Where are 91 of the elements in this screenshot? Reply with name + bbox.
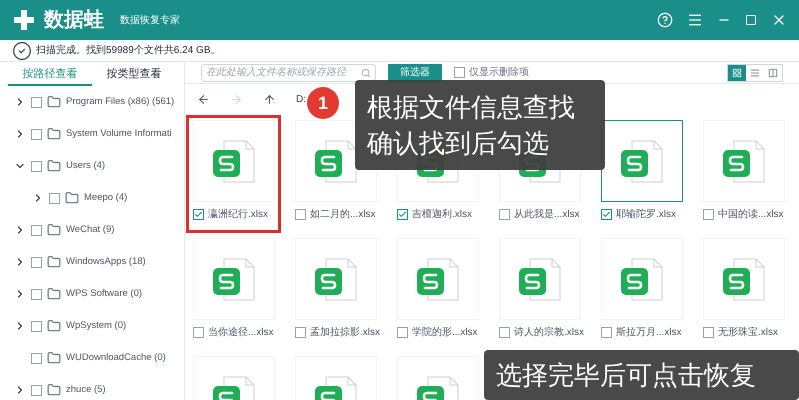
view-tab[interactable]: 按类型查看 (92, 64, 176, 86)
tree-item[interactable]: Meepo (4) (84, 190, 128, 206)
app-subtitle: 数据恢复专家 (120, 14, 180, 28)
file-name[interactable]: 当你途径...xlsx (208, 324, 274, 340)
checkbox[interactable] (31, 96, 42, 108)
grid-view-button[interactable] (728, 64, 746, 80)
file-name[interactable]: 无形珠宝.xlsx (718, 324, 778, 340)
file-name[interactable]: 斯拉万月...xlsx (616, 324, 682, 340)
folder-icon (47, 255, 61, 269)
checkbox[interactable] (193, 208, 204, 220)
spreadsheet-file-icon (722, 256, 766, 302)
tree-item[interactable]: Users (4) (66, 158, 106, 174)
folder-icon (47, 95, 61, 109)
checkbox[interactable] (703, 326, 714, 338)
file-name[interactable]: 中国的读...xlsx (718, 206, 784, 222)
folder-icon (47, 159, 61, 173)
maximize-icon[interactable] (745, 14, 757, 26)
view-tab[interactable]: 按路径查看 (8, 64, 92, 86)
check-circle-icon (12, 40, 32, 60)
checkbox[interactable] (31, 160, 42, 172)
checkbox[interactable] (31, 320, 42, 332)
forward-icon[interactable] (230, 92, 243, 106)
tree-item[interactable]: WPS Software (0) (66, 286, 142, 302)
filter-button[interactable]: 筛选器 (388, 64, 442, 82)
checkbox[interactable] (31, 128, 42, 140)
step-badge: 1 (307, 87, 339, 119)
checkbox[interactable] (49, 192, 60, 204)
scan-status: 扫描完成。找到59989个文件共6.24 GB。 (36, 44, 220, 58)
folder-icon (47, 223, 61, 237)
tree-item[interactable]: WpSystem (0) (66, 318, 126, 334)
spreadsheet-file-icon (416, 256, 460, 302)
folder-icon (65, 191, 79, 205)
spreadsheet-file-icon (212, 256, 256, 302)
columns-view-icon (768, 68, 778, 78)
checkbox-label[interactable]: 仅显示删除项 (469, 65, 529, 80)
hint-text: 根据文件信息查找 (367, 91, 576, 124)
hint-text: 确认找到后勾选 (367, 127, 550, 160)
checkbox[interactable] (397, 208, 408, 220)
checkbox[interactable] (703, 208, 714, 220)
folder-icon (47, 127, 61, 141)
tree-item[interactable]: System Volume Informati (66, 126, 172, 142)
file-name[interactable]: 学院的形...xlsx (412, 324, 478, 340)
back-icon[interactable] (197, 92, 210, 106)
checkbox[interactable] (601, 326, 612, 338)
checkbox[interactable] (499, 326, 510, 338)
file-name[interactable]: 从此我是...xlsx (514, 206, 580, 222)
cross-logo-icon (12, 8, 36, 32)
spreadsheet-file-icon (314, 256, 358, 302)
folder-icon (47, 319, 61, 333)
checkbox[interactable] (193, 326, 204, 338)
file-name[interactable]: 耶输陀罗.xlsx (616, 206, 676, 222)
app-logo: 数据蛙 (44, 8, 104, 33)
file-name[interactable]: 孟加拉掠影.xlsx (310, 324, 380, 340)
tree-item[interactable]: WeChat (9) (66, 222, 114, 238)
spreadsheet-file-icon (620, 138, 664, 184)
spreadsheet-file-icon (722, 138, 766, 184)
search-field[interactable]: 在此处输入文件名称或保存路径 (201, 64, 376, 82)
spreadsheet-file-icon (620, 256, 664, 302)
file-name[interactable]: 吉檀迦利.xlsx (412, 206, 472, 222)
file-name[interactable]: 诗人的宗教.xlsx (514, 324, 584, 340)
folder-icon (47, 287, 61, 301)
checkbox[interactable] (295, 326, 306, 338)
spreadsheet-file-icon (212, 138, 256, 184)
spreadsheet-file-icon (314, 138, 358, 184)
folder-icon (47, 351, 61, 365)
checkbox[interactable] (31, 288, 42, 300)
spreadsheet-file-icon (518, 256, 562, 302)
checkbox[interactable] (397, 326, 408, 338)
checkbox[interactable] (31, 256, 42, 268)
tree-item[interactable]: WUDownloadCache (0) (66, 350, 166, 366)
checkbox[interactable] (295, 208, 306, 220)
up-icon[interactable] (263, 92, 276, 106)
tree-item[interactable]: Program Files (x86) (561) (66, 94, 174, 110)
list-view-icon (750, 68, 760, 78)
menu-icon[interactable] (687, 12, 703, 28)
checkbox[interactable] (31, 384, 42, 396)
checkbox[interactable] (601, 208, 612, 220)
checkbox[interactable] (454, 67, 465, 78)
tree-item[interactable]: WindowsApps (18) (66, 254, 146, 270)
tree-item[interactable]: zhuce (5) (66, 382, 106, 398)
help-icon[interactable] (657, 12, 673, 28)
file-name[interactable]: 瀛洲纪行.xlsx (208, 206, 268, 222)
grid-view-icon (732, 68, 742, 78)
file-name[interactable]: 如二月的...xlsx (310, 206, 376, 222)
search-icon[interactable] (361, 68, 371, 78)
hint-text: 选择完毕后可点击恢复 (496, 358, 756, 392)
checkbox[interactable] (31, 352, 42, 364)
path-text: D: (296, 92, 306, 106)
folder-icon (47, 383, 61, 397)
checkbox[interactable] (31, 224, 42, 236)
checkbox[interactable] (499, 208, 510, 220)
